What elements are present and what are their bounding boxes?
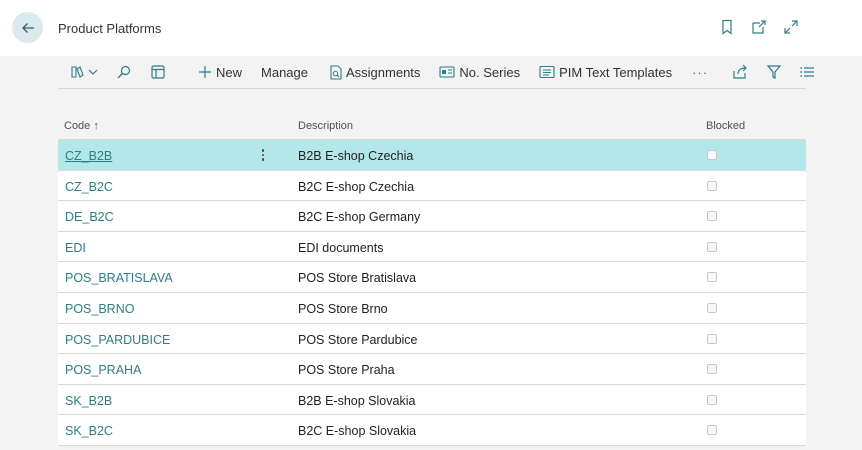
pim-text-templates-label: PIM Text Templates [559, 64, 673, 80]
description-cell: B2B E-shop Czechia [298, 149, 414, 163]
blocked-checkbox[interactable] [707, 425, 717, 436]
assignments-button[interactable]: Assignments [329, 56, 420, 89]
views-icon [71, 66, 84, 78]
blocked-checkbox[interactable] [707, 241, 717, 252]
code-cell[interactable]: DE_B2C [65, 210, 114, 224]
description-cell: B2B E-shop Slovakia [298, 393, 416, 408]
search-icon [117, 65, 131, 79]
description-cell: POS Store Praha [298, 363, 395, 378]
filter-pane-icon [151, 65, 165, 79]
code-cell[interactable]: POS_PRAHA [65, 363, 141, 377]
filter-icon [766, 65, 782, 79]
plus-icon [199, 66, 211, 78]
table-row[interactable]: CZ_B2C B2C E-shop Czechia [58, 170, 806, 202]
table-row[interactable]: POS_PARDUBICE POS Store Pardubice [58, 323, 806, 355]
code-cell[interactable]: POS_BRATISLAVA [65, 271, 173, 285]
no-series-label: No. Series [459, 64, 521, 80]
manage-menu[interactable]: Manage [261, 56, 308, 89]
views-dropdown[interactable] [70, 56, 98, 89]
table-row[interactable]: POS_PRAHA POS Store Praha [58, 354, 806, 385]
new-button-label: New [216, 64, 243, 80]
description-cell: POS Store Bratislava [298, 271, 417, 286]
code-cell[interactable]: CZ_B2B [65, 149, 112, 163]
search-button[interactable] [116, 56, 132, 89]
pim-text-templates-button[interactable]: PIM Text Templates [539, 56, 672, 89]
list-view-icon [800, 67, 815, 77]
table-row[interactable]: DE_B2C B2C E-shop Germany [58, 201, 806, 232]
description-cell: B2C E-shop Slovakia [298, 424, 417, 439]
column-header-blocked[interactable]: Blocked [706, 120, 745, 132]
table-row[interactable]: POS_BRATISLAVA POS Store Bratislava [58, 262, 806, 293]
blocked-checkbox[interactable] [707, 211, 717, 222]
chevron-down-icon [88, 69, 98, 75]
open-new-window-icon[interactable] [750, 18, 768, 36]
arrow-left-icon [21, 22, 34, 33]
table-row[interactable]: SK_B2C B2C E-shop Slovakia [58, 415, 806, 446]
no-series-button[interactable]: No. Series [439, 56, 520, 89]
page-header: Product Platforms [0, 0, 862, 56]
blocked-checkbox[interactable] [707, 333, 717, 344]
action-bar: New Manage Assignments No. Series PIM Te… [58, 56, 815, 89]
blocked-checkbox[interactable] [707, 180, 717, 191]
code-cell[interactable]: POS_BRNO [65, 302, 134, 316]
blocked-checkbox[interactable] [707, 394, 717, 405]
filter-button[interactable] [766, 56, 782, 89]
table-row[interactable]: POS_BRNO POS Store Brno [58, 292, 806, 324]
manage-label: Manage [261, 64, 308, 80]
more-options-icon: ··· [692, 64, 709, 80]
code-cell[interactable]: SK_B2B [65, 394, 112, 408]
filter-pane-button[interactable] [150, 56, 166, 89]
code-cell[interactable]: EDI [65, 241, 86, 255]
document-search-icon [330, 64, 342, 80]
expand-icon[interactable] [782, 18, 800, 36]
list-view-button[interactable] [799, 56, 815, 89]
description-cell: EDI documents [298, 240, 384, 255]
grid-header: Code ↑ Description Blocked [58, 112, 806, 140]
code-cell[interactable]: SK_B2C [65, 424, 113, 438]
more-options-button[interactable]: ··· [692, 56, 708, 89]
records-grid: Code ↑ Description Blocked CZ_B2B B2B E-… [58, 112, 806, 446]
code-cell[interactable]: CZ_B2C [65, 180, 113, 194]
back-button[interactable] [12, 12, 43, 43]
column-header-code[interactable]: Code ↑ [64, 120, 99, 132]
table-row[interactable]: EDI EDI documents [58, 231, 806, 263]
text-template-icon [539, 65, 555, 79]
bookmark-icon[interactable] [718, 18, 736, 36]
code-cell[interactable]: POS_PARDUBICE [65, 333, 170, 347]
column-header-description[interactable]: Description [298, 120, 353, 132]
description-cell: POS Store Pardubice [298, 332, 418, 347]
share-icon [733, 64, 747, 79]
page-content: New Manage Assignments No. Series PIM Te… [0, 56, 862, 450]
description-cell: POS Store Brno [298, 301, 388, 316]
row-actions-icon[interactable] [256, 146, 270, 164]
description-cell: B2C E-shop Czechia [298, 179, 415, 194]
blocked-checkbox[interactable] [707, 302, 717, 313]
number-series-icon [439, 66, 455, 78]
description-cell: B2C E-shop Germany [298, 210, 421, 225]
share-button[interactable] [732, 56, 748, 89]
blocked-checkbox[interactable] [707, 272, 717, 283]
blocked-checkbox[interactable] [707, 364, 717, 375]
page-title: Product Platforms [58, 21, 162, 36]
new-button[interactable]: New [198, 56, 242, 89]
table-row[interactable]: SK_B2B B2B E-shop Slovakia [58, 384, 806, 416]
blocked-checkbox[interactable] [707, 150, 717, 160]
table-row[interactable]: CZ_B2B B2B E-shop Czechia [58, 140, 806, 171]
assignments-label: Assignments [346, 64, 421, 80]
